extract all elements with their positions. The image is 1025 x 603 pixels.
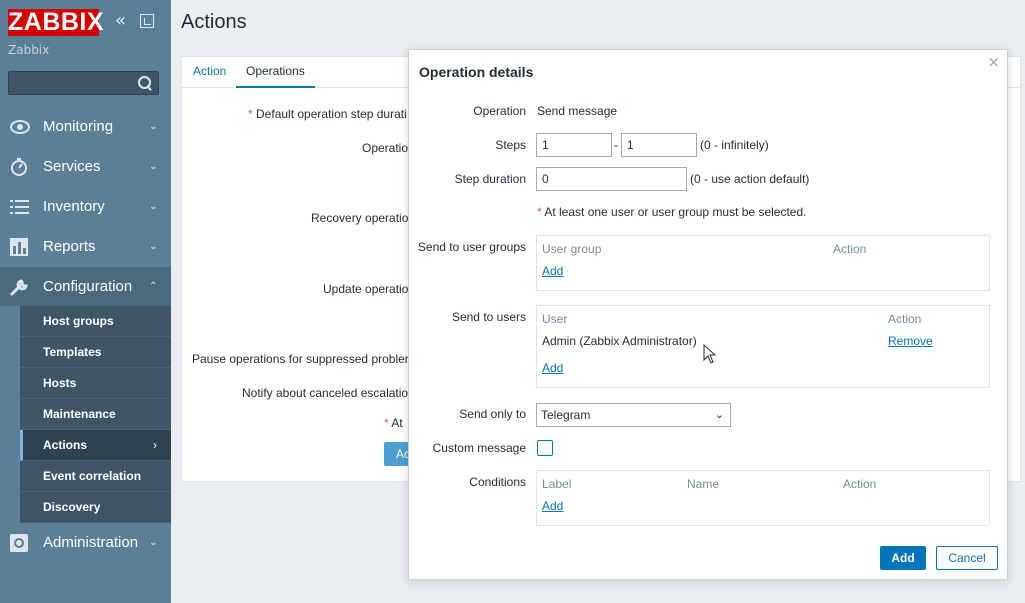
stopwatch-icon bbox=[11, 158, 27, 176]
tab-action[interactable]: Action bbox=[183, 57, 236, 88]
send-to-user-groups-label: Send to user groups bbox=[417, 240, 526, 254]
add-user-group-link[interactable]: Add bbox=[542, 264, 563, 278]
chevron-down-icon: ⌄ bbox=[149, 241, 158, 252]
chevron-down-icon: ⌄ bbox=[149, 201, 158, 212]
action-column-header: Action bbox=[833, 242, 867, 256]
users-table: User Action Admin (Zabbix Administrator)… bbox=[536, 305, 990, 388]
steps-label: Steps bbox=[495, 138, 526, 152]
chevron-down-icon: ⌄ bbox=[714, 409, 724, 421]
step-duration-label: Step duration bbox=[454, 172, 526, 186]
chevron-down-icon: ⌄ bbox=[149, 121, 158, 132]
menu-label: Configuration bbox=[43, 278, 133, 295]
at-least-note: * At bbox=[384, 416, 403, 430]
search-input[interactable] bbox=[8, 71, 159, 95]
step-duration-hint: (0 - use action default) bbox=[690, 172, 810, 186]
requirement-note: * At least one user or user group must b… bbox=[537, 205, 807, 219]
kiosk-mode-icon[interactable] bbox=[140, 14, 154, 28]
add-user-link[interactable]: Add bbox=[542, 361, 563, 375]
sidebar: ZABBIX « Zabbix Monitoring ⌄ Services ⌄ … bbox=[0, 0, 171, 603]
operations-label: Operatio bbox=[362, 141, 409, 155]
menu-label: Administration bbox=[43, 534, 139, 551]
menu-label: Services bbox=[43, 158, 101, 175]
pause-suppressed-label: Pause operations for suppressed probler bbox=[192, 352, 409, 366]
steps-to-input[interactable]: 1 bbox=[621, 133, 697, 157]
collapse-sidebar-icon[interactable]: « bbox=[115, 12, 131, 30]
custom-message-checkbox[interactable] bbox=[537, 440, 553, 456]
send-only-to-label: Send only to bbox=[459, 407, 526, 421]
user-groups-table: User group Action Add bbox=[536, 235, 990, 291]
operation-label: Operation bbox=[473, 104, 526, 118]
chevron-right-icon: › bbox=[153, 438, 157, 452]
submenu-actions-label: Actions bbox=[43, 438, 88, 452]
conditions-label: Conditions bbox=[469, 475, 526, 489]
send-only-to-value: Telegram bbox=[541, 408, 591, 422]
operation-details-dialog: Operation details × Operation Send messa… bbox=[408, 49, 1008, 580]
server-name: Zabbix bbox=[8, 43, 50, 57]
tab-operations[interactable]: Operations bbox=[236, 57, 315, 88]
chevron-down-icon: ⌄ bbox=[149, 537, 158, 548]
menu-services[interactable]: Services ⌄ bbox=[0, 147, 171, 187]
add-condition-link[interactable]: Add bbox=[542, 499, 563, 513]
bar-chart-icon bbox=[10, 238, 28, 256]
page-title: Actions bbox=[181, 11, 247, 33]
user-column-header: User bbox=[542, 312, 568, 326]
menu-label: Monitoring bbox=[43, 118, 114, 135]
menu-label: Reports bbox=[43, 238, 96, 255]
submenu-gutter bbox=[0, 306, 20, 523]
action-column-header: Action bbox=[843, 477, 877, 491]
add-button[interactable]: Add bbox=[880, 546, 926, 570]
submenu-hosts[interactable]: Hosts bbox=[20, 368, 171, 399]
send-only-to-select[interactable]: Telegram ⌄ bbox=[536, 403, 731, 427]
chevron-up-icon: ⌃ bbox=[149, 281, 158, 292]
submenu-discovery[interactable]: Discovery bbox=[20, 492, 171, 523]
dialog-title: Operation details bbox=[419, 64, 534, 80]
menu-monitoring[interactable]: Monitoring ⌄ bbox=[0, 107, 171, 147]
user-group-column-header: User group bbox=[542, 242, 602, 256]
zabbix-logo[interactable]: ZABBIX bbox=[8, 9, 104, 36]
recovery-operations-label: Recovery operatio bbox=[311, 211, 409, 225]
menu-label: Inventory bbox=[43, 198, 105, 215]
operation-value: Send message bbox=[537, 104, 618, 118]
steps-hint: (0 - infinitely) bbox=[700, 138, 769, 152]
notify-canceled-label: Notify about canceled escalatio bbox=[242, 386, 409, 400]
mouse-pointer-icon bbox=[703, 344, 717, 364]
list-icon bbox=[10, 200, 29, 214]
menu-administration[interactable]: Administration ⌄ bbox=[0, 523, 171, 563]
conditions-table: Label Name Action Add bbox=[536, 470, 990, 526]
submenu-actions[interactable]: Actions › bbox=[20, 430, 171, 461]
menu-inventory[interactable]: Inventory ⌄ bbox=[0, 187, 171, 227]
cancel-button[interactable]: Cancel bbox=[936, 546, 998, 570]
menu-configuration[interactable]: Configuration ⌃ bbox=[0, 267, 171, 307]
chevron-down-icon: ⌄ bbox=[149, 161, 158, 172]
eye-icon bbox=[10, 120, 30, 134]
default-step-duration-label: * Default operation step durati bbox=[248, 107, 407, 121]
configuration-submenu: Host groups Templates Hosts Maintenance … bbox=[20, 306, 171, 523]
submenu-event-correlation[interactable]: Event correlation bbox=[20, 461, 171, 492]
custom-message-label: Custom message bbox=[432, 441, 526, 455]
user-name: Admin (Zabbix Administrator) bbox=[542, 334, 697, 348]
close-icon[interactable]: × bbox=[987, 53, 1000, 71]
update-operations-label: Update operatio bbox=[323, 282, 409, 296]
gear-icon bbox=[10, 534, 28, 552]
name-column-header: Name bbox=[687, 477, 720, 491]
search-icon[interactable] bbox=[138, 76, 152, 90]
label-column-header: Label bbox=[542, 477, 572, 491]
submenu-host-groups[interactable]: Host groups bbox=[20, 306, 171, 337]
steps-from-input[interactable]: 1 bbox=[536, 133, 612, 157]
menu-reports[interactable]: Reports ⌄ bbox=[0, 227, 171, 267]
submenu-maintenance[interactable]: Maintenance bbox=[20, 399, 171, 430]
submenu-templates[interactable]: Templates bbox=[20, 337, 171, 368]
wrench-icon bbox=[10, 279, 29, 296]
action-column-header: Action bbox=[888, 312, 922, 326]
step-duration-input[interactable]: 0 bbox=[536, 167, 687, 191]
send-to-users-label: Send to users bbox=[451, 310, 526, 324]
remove-user-link[interactable]: Remove bbox=[888, 334, 933, 348]
steps-separator: - bbox=[614, 138, 618, 152]
